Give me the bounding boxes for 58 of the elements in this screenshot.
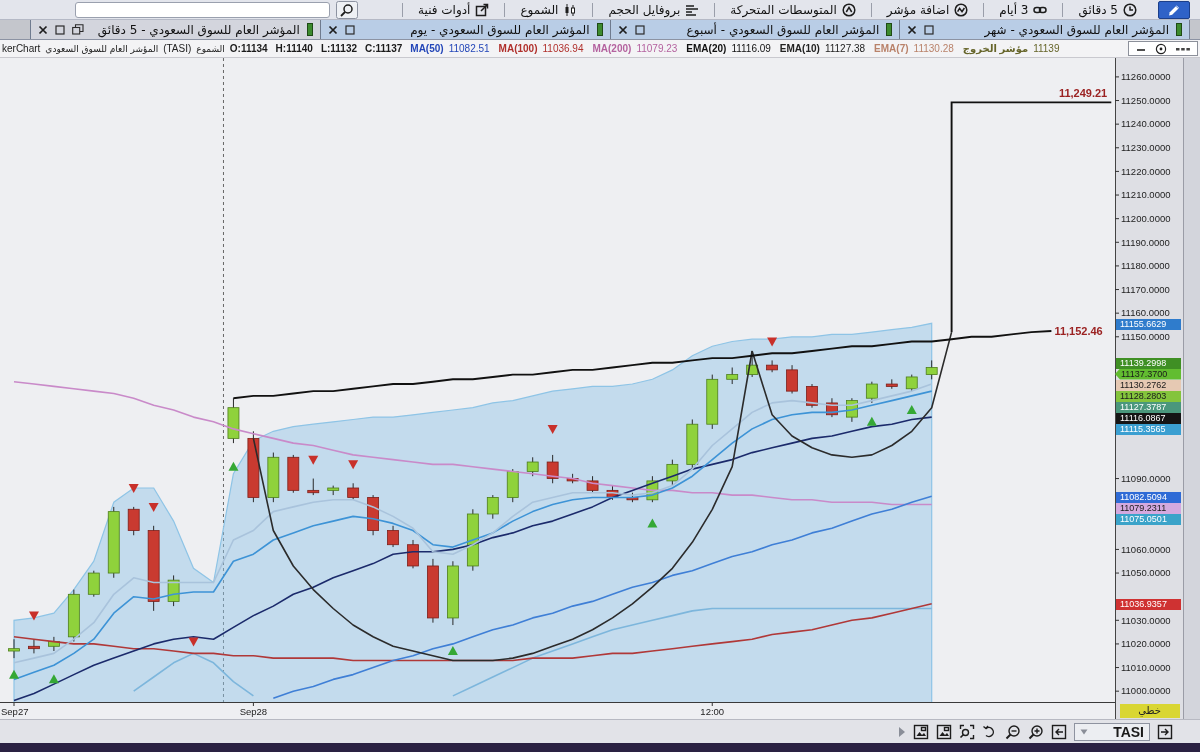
price-tag: 11036.9357: [1116, 599, 1181, 611]
price-tag: 11116.0867: [1116, 412, 1181, 424]
price-tag: 11128.2803: [1116, 390, 1181, 402]
price-tag: 11130.2762: [1116, 379, 1181, 391]
axis-label: 11200.0000: [1121, 212, 1171, 224]
axis-label: 11160.0000: [1121, 307, 1170, 319]
axis-label: Sep28: [239, 706, 268, 717]
symbol-name: المؤشر العام للسوق السعودي: [45, 43, 159, 54]
indicator-value: 11082.51: [448, 43, 490, 54]
axis-label: Sep27: [1, 706, 29, 717]
ohlc-value: L:11132: [320, 43, 358, 54]
indicator-value: 11139: [1033, 43, 1060, 54]
indicator-value: 11036.94: [542, 43, 584, 54]
ohlc-value: O:11134: [229, 43, 268, 54]
indicator-name: MA(100): [498, 43, 538, 54]
price-tag: 11075.0501: [1116, 513, 1181, 525]
indicator-value: 11130.28: [913, 43, 954, 54]
indicator-name: مؤشر الخروج: [962, 43, 1029, 54]
axis-label: 12:00: [700, 706, 725, 717]
ohlc-value: H:11140: [275, 43, 313, 54]
symbol-code: (TASI): [163, 43, 192, 54]
indicator-name: EMA(7): [874, 43, 909, 54]
app-name: kerChart: [2, 43, 41, 54]
axis-label: 11260.0000: [1121, 71, 1171, 83]
axis-label: 11230.0000: [1121, 142, 1171, 154]
axis-label: 11050.0000: [1121, 567, 1171, 579]
axis-label: 11060.0000: [1121, 543, 1171, 555]
axis-label: 11010.0000: [1121, 661, 1171, 673]
indicator-value: 11116.09: [731, 43, 771, 54]
price-label: 11,249.21: [1058, 87, 1108, 100]
axis-label: 11250.0000: [1121, 94, 1171, 106]
indicator-name: EMA(10): [779, 43, 820, 54]
axis-label: 11000.0000: [1121, 685, 1171, 697]
price-tag: 11115.3565: [1116, 423, 1181, 435]
ohlc-value: C:11137: [365, 43, 403, 54]
price-tag: 11137.3700: [1115, 368, 1181, 380]
axis-label: 11220.0000: [1121, 165, 1171, 177]
price-tag: 11139.2998: [1116, 357, 1181, 369]
axis-label: 11090.0000: [1121, 472, 1171, 484]
axis-label: 11180.0000: [1121, 260, 1170, 272]
indicator-name: MA(50): [410, 43, 444, 54]
axis-label: 11150.0000: [1121, 331, 1170, 343]
axis-label: 11020.0000: [1121, 638, 1171, 650]
axis-label: 11240.0000: [1121, 118, 1171, 130]
price-label: 11,152.46: [1054, 325, 1103, 337]
price-tag: 11127.3787: [1116, 401, 1181, 413]
axis-label: 11030.0000: [1121, 614, 1171, 626]
price-tag: 11082.5094: [1116, 491, 1181, 503]
indicator-value: 11127.38: [824, 43, 866, 54]
price-tag: 11079.2311: [1116, 502, 1181, 514]
indicator-value: 11079.23: [636, 43, 678, 54]
axis-label: 11210.0000: [1121, 189, 1171, 201]
chart-type-label: الشموع: [196, 43, 225, 54]
indicator-name: EMA(20): [686, 43, 727, 54]
indicator-name: MA(200): [592, 43, 632, 54]
axis-label: 11170.0000: [1121, 283, 1170, 295]
price-tag: 11155.6629: [1116, 318, 1181, 330]
axis-label: 11190.0000: [1121, 236, 1170, 248]
